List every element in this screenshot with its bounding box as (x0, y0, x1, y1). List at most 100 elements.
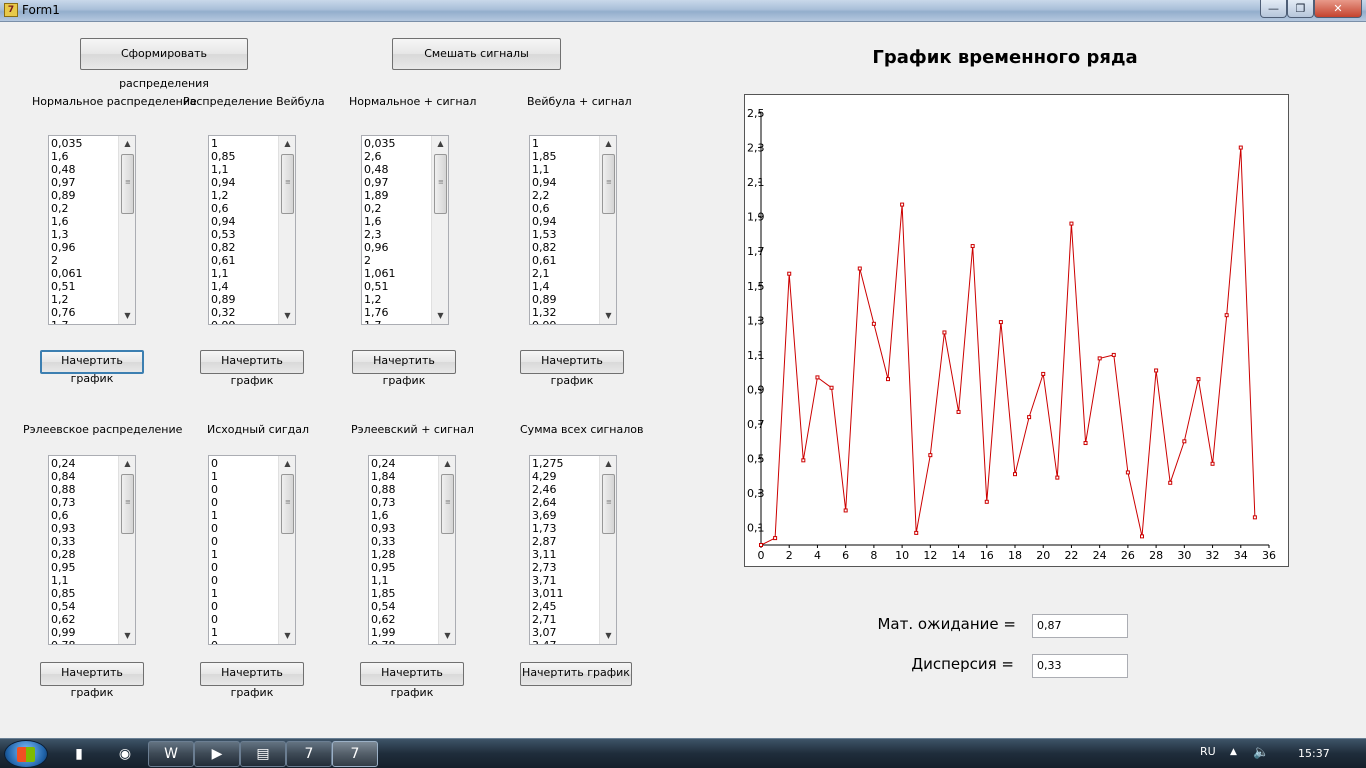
list-item[interactable]: 0,035 (51, 137, 117, 150)
list-item[interactable]: 3,11 (532, 548, 598, 561)
list-item[interactable]: 0,035 (364, 137, 430, 150)
list-item[interactable]: 1,2 (364, 293, 430, 306)
variance-field[interactable]: 0,33 (1032, 654, 1128, 678)
list-item[interactable]: 0 (211, 522, 277, 535)
list-item[interactable]: 1 (211, 626, 277, 639)
list-item[interactable]: 0,96 (51, 241, 117, 254)
list-item[interactable]: 0 (211, 613, 277, 626)
scroll-down-arrow-icon[interactable]: ▼ (432, 308, 448, 324)
list-item[interactable]: 1,73 (532, 522, 598, 535)
list-item[interactable]: 1,2 (51, 293, 117, 306)
scrollbar[interactable]: ▲ ≡ ▼ (599, 136, 616, 324)
list-item[interactable]: 1,1 (211, 163, 277, 176)
list-item[interactable]: 0,54 (51, 600, 117, 613)
list-item[interactable]: 0,93 (371, 522, 437, 535)
chrome-icon[interactable]: ◉ (102, 741, 148, 767)
list-item[interactable]: 1,3 (51, 228, 117, 241)
evernote-icon[interactable]: ▮ (56, 741, 102, 767)
minimize-button[interactable]: — (1260, 0, 1287, 18)
list-item[interactable]: 0,73 (371, 496, 437, 509)
list-item[interactable]: 0,89 (532, 293, 598, 306)
scrollbar[interactable]: ▲ ≡ ▼ (438, 456, 455, 644)
list-item[interactable]: 0 (211, 535, 277, 548)
app-icon[interactable]: 7 (4, 3, 18, 17)
list-item[interactable]: 0,99 (532, 319, 598, 324)
list-item[interactable]: 0,97 (51, 176, 117, 189)
list-item[interactable]: 1,76 (364, 306, 430, 319)
scroll-up-arrow-icon[interactable]: ▲ (432, 136, 448, 152)
list-item[interactable]: 1 (211, 470, 277, 483)
list-item[interactable]: 3,07 (532, 626, 598, 639)
scroll-up-arrow-icon[interactable]: ▲ (600, 456, 616, 472)
mix-signals-button[interactable]: Смешать сигналы (392, 38, 561, 70)
word-icon[interactable]: W (148, 741, 194, 767)
list-item[interactable]: 1 (532, 137, 598, 150)
list-item[interactable]: 1 (211, 137, 277, 150)
list-item[interactable]: 0,6 (51, 509, 117, 522)
list-item[interactable]: 0 (211, 561, 277, 574)
list-item[interactable]: 0,24 (51, 457, 117, 470)
scroll-down-arrow-icon[interactable]: ▼ (279, 628, 295, 644)
list-item[interactable]: 1,1 (211, 267, 277, 280)
list-item[interactable]: 0,94 (211, 176, 277, 189)
list-item[interactable]: 1 (211, 509, 277, 522)
clock[interactable]: 15:37 (1298, 747, 1330, 760)
list-item[interactable]: 0,54 (371, 600, 437, 613)
list-item[interactable]: 0,6 (211, 202, 277, 215)
tray-expand-icon[interactable]: ▲ (1230, 747, 1237, 757)
list-item[interactable]: 0,84 (51, 470, 117, 483)
generate-distributions-button[interactable]: Сформировать распределения (80, 38, 248, 90)
list-item[interactable]: 0,78 (51, 639, 117, 644)
list-item[interactable]: 1,6 (371, 509, 437, 522)
list-item[interactable]: 1,32 (532, 306, 598, 319)
list-item[interactable]: 0 (211, 600, 277, 613)
delphi-project-icon[interactable]: 7 (332, 741, 378, 767)
list-item[interactable]: 2,87 (532, 535, 598, 548)
draw-chart-button-rayleigh[interactable]: Начертить график (40, 662, 144, 699)
list-item[interactable]: 1,53 (532, 228, 598, 241)
listbox-sum-of-signals[interactable]: 1,275 4,29 2,46 2,64 3,69 1,73 2,87 3,11 2,73 3,7… (529, 455, 617, 645)
list-item[interactable]: 0,76 (51, 306, 117, 319)
scrollbar-thumb[interactable]: ≡ (441, 474, 454, 534)
scroll-down-arrow-icon[interactable]: ▼ (439, 628, 455, 644)
scroll-up-arrow-icon[interactable]: ▲ (279, 136, 295, 152)
close-button[interactable]: ✕ (1314, 0, 1362, 18)
delphi-icon[interactable]: 7 (286, 741, 332, 767)
list-item[interactable]: 0 (211, 483, 277, 496)
list-item[interactable]: 2 (364, 254, 430, 267)
scrollbar[interactable]: ▲ ≡ ▼ (278, 456, 295, 644)
list-item[interactable]: 2,64 (532, 496, 598, 509)
list-item[interactable]: 1,85 (371, 587, 437, 600)
scroll-down-arrow-icon[interactable]: ▼ (119, 628, 135, 644)
scroll-up-arrow-icon[interactable]: ▲ (119, 456, 135, 472)
listbox-weibull-plus-signal[interactable]: 1 1,85 1,1 0,94 2,2 0,6 0,94 1,53 0,82 0,61 2,1 1,4… (529, 135, 617, 325)
list-item[interactable]: 0,62 (51, 613, 117, 626)
scrollbar[interactable]: ▲ ≡ ▼ (278, 136, 295, 324)
list-item[interactable]: 1,84 (371, 470, 437, 483)
scrollbar[interactable]: ▲ ≡ ▼ (118, 136, 135, 324)
list-item[interactable]: 0,51 (51, 280, 117, 293)
listbox-normal-plus-signal[interactable]: 0,035 2,6 0,48 0,97 1,89 0,2 1,6 2,3 0,96 2 1,061 0… (361, 135, 449, 325)
list-item[interactable]: 1,6 (364, 215, 430, 228)
list-item[interactable]: 0,97 (364, 176, 430, 189)
list-item[interactable]: 0,61 (211, 254, 277, 267)
list-item[interactable]: 0 (211, 574, 277, 587)
mean-field[interactable]: 0,87 (1032, 614, 1128, 638)
scroll-down-arrow-icon[interactable]: ▼ (279, 308, 295, 324)
list-item[interactable]: 1,6 (51, 150, 117, 163)
list-item[interactable]: 0,95 (51, 561, 117, 574)
list-item[interactable]: 0,93 (51, 522, 117, 535)
list-item[interactable]: 0,73 (51, 496, 117, 509)
list-item[interactable]: 0 (211, 639, 277, 644)
list-item[interactable]: 0,6 (532, 202, 598, 215)
scroll-up-arrow-icon[interactable]: ▲ (600, 136, 616, 152)
list-item[interactable]: 1,1 (371, 574, 437, 587)
list-item[interactable]: 0,2 (51, 202, 117, 215)
list-item[interactable]: 2,45 (532, 600, 598, 613)
list-item[interactable]: 1,85 (532, 150, 598, 163)
scrollbar-thumb[interactable]: ≡ (602, 474, 615, 534)
list-item[interactable]: 0,94 (532, 215, 598, 228)
list-item[interactable]: 1,89 (364, 189, 430, 202)
draw-chart-button-weibull-signal[interactable]: Начертить график (520, 350, 624, 387)
list-item[interactable]: 1,1 (51, 574, 117, 587)
